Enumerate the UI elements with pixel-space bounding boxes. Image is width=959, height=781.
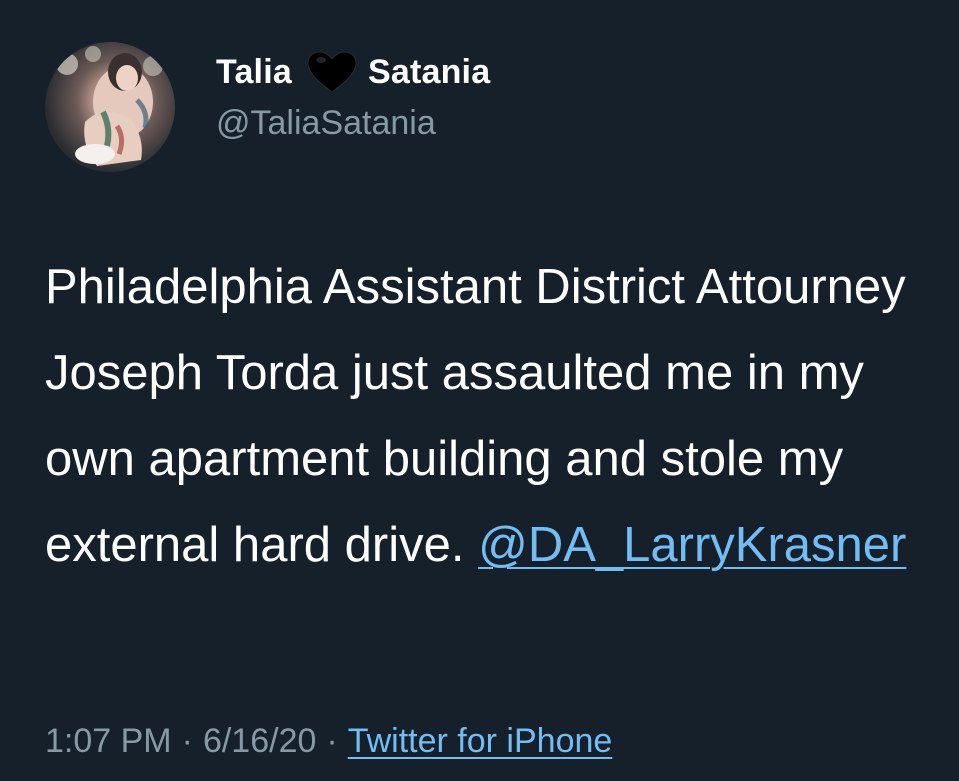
black-heart-icon: [306, 50, 358, 94]
avatar-photo: [56, 46, 163, 166]
tweet-meta: 1:07 PM · 6/16/20 · Twitter for iPhone: [45, 722, 612, 761]
tweet-card: Talia Satania @TaliaSatania Philadelphia…: [0, 0, 959, 781]
tweet-date[interactable]: 6/16/20: [203, 722, 316, 760]
mention-link[interactable]: @DA_LarryKrasner: [478, 518, 906, 572]
meta-separator: ·: [326, 722, 338, 760]
display-name-first: Talia: [216, 52, 292, 91]
tweet-text: Philadelphia Assistant District Attourne…: [45, 244, 945, 588]
meta-separator: ·: [181, 722, 193, 760]
display-name[interactable]: Talia Satania: [216, 50, 490, 94]
tweet-time: 1:07 PM: [45, 722, 172, 760]
user-handle[interactable]: @TaliaSatania: [216, 104, 436, 143]
source-link[interactable]: Twitter for iPhone: [348, 722, 613, 760]
avatar[interactable]: [45, 42, 175, 172]
display-name-last: Satania: [367, 52, 491, 91]
